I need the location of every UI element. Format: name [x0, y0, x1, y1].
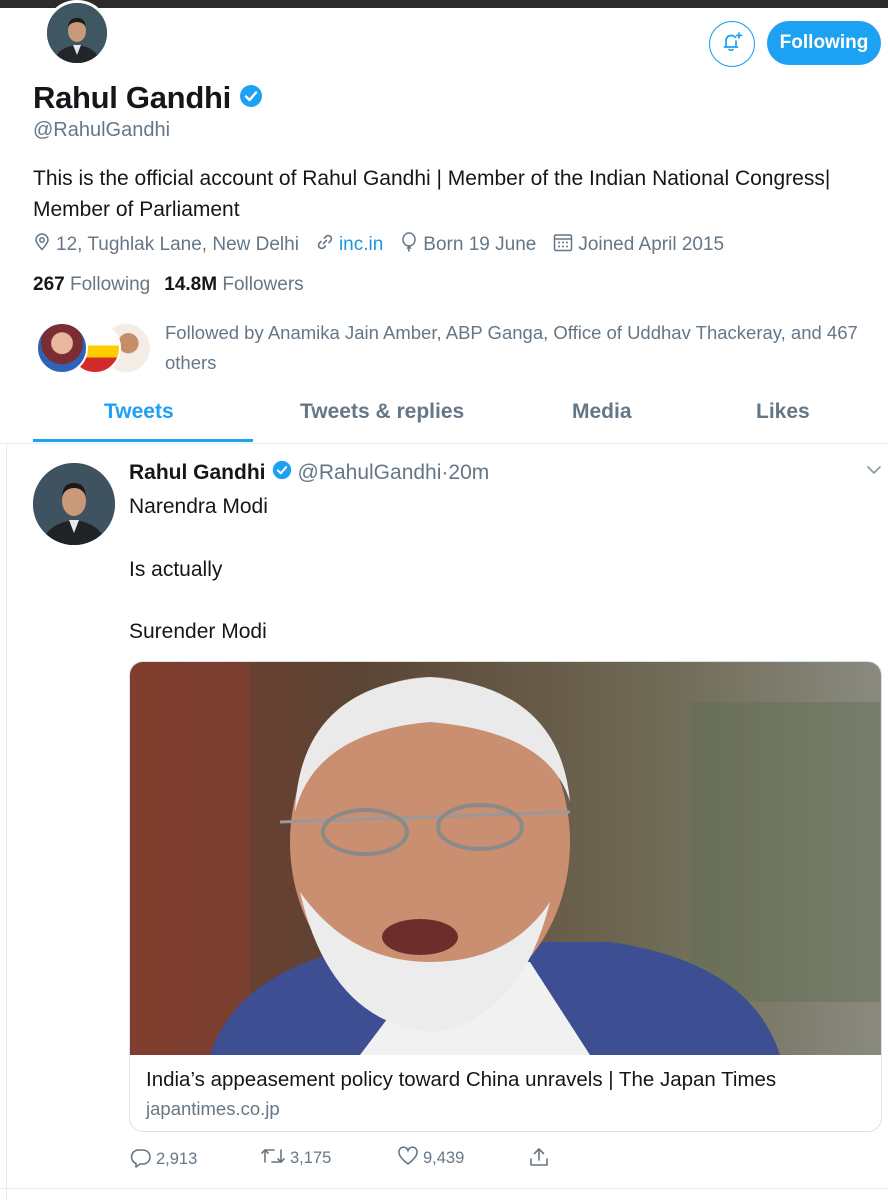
profile-stats: 267 Following 14.8M Followers [33, 274, 304, 296]
followed-by-avatars[interactable] [36, 322, 152, 374]
followers-label: Followers [222, 274, 304, 295]
retweet-icon [260, 1146, 286, 1171]
followers-stat[interactable]: 14.8M Followers [164, 274, 303, 296]
tweet-actions: 2,913 3,175 9,439 [0, 1146, 888, 1176]
profile-name: Rahul Gandhi [33, 80, 231, 115]
tab-tweets-and-replies[interactable]: Tweets & replies [300, 400, 464, 424]
tweet-text-line: Is actually [129, 558, 223, 581]
card-domain: japantimes.co.jp [146, 1098, 280, 1119]
card-title: India’s appeasement policy toward China … [146, 1068, 777, 1091]
website-link[interactable]: inc.in [339, 234, 383, 256]
profile-website[interactable]: inc.in [316, 233, 383, 257]
tweet-divider [0, 1188, 888, 1189]
followed-by-text[interactable]: Followed by Anamika Jain Amber, ABP Gang… [165, 318, 865, 378]
location-icon [33, 233, 51, 257]
followers-count: 14.8M [164, 274, 218, 295]
bell-plus-icon [720, 30, 744, 59]
joined-text: Joined April 2015 [578, 234, 725, 255]
tab-tweets[interactable]: Tweets [104, 400, 174, 424]
tweet-header: Rahul Gandhi @RahulGandhi ·20m [129, 460, 489, 486]
following-count: 267 [33, 274, 65, 295]
reply-count: 2,913 [156, 1150, 198, 1168]
active-tab-indicator [33, 439, 253, 442]
profile-handle: @RahulGandhi [33, 119, 171, 141]
chevron-down-icon[interactable] [866, 463, 882, 481]
verified-badge-icon [239, 80, 263, 116]
follower-avatar [36, 322, 88, 374]
share-icon [528, 1146, 550, 1173]
tweet-timestamp[interactable]: ·20m [441, 461, 489, 485]
calendar-icon [553, 233, 573, 258]
profile-avatar[interactable] [44, 0, 110, 66]
timeline-divider [6, 444, 7, 1200]
tab-media[interactable]: Media [572, 400, 632, 424]
tweet-author-avatar[interactable] [33, 463, 115, 545]
share-button[interactable] [528, 1146, 550, 1173]
link-icon [316, 233, 334, 257]
tweet-author-handle[interactable]: @RahulGandhi [298, 461, 442, 485]
tweet-text-line: Surender Modi [129, 620, 267, 643]
reply-button[interactable]: 2,913 [130, 1146, 197, 1173]
tweet-author-name[interactable]: Rahul Gandhi [129, 461, 266, 485]
profile-tabs: Tweets Tweets & replies Media Likes [0, 390, 888, 444]
tweet-text-line: Narendra Modi [129, 495, 268, 518]
like-button[interactable]: 9,439 [397, 1146, 464, 1171]
following-stat[interactable]: 267 Following [33, 274, 150, 296]
retweet-button[interactable]: 3,175 [260, 1146, 331, 1171]
retweet-count: 3,175 [290, 1149, 332, 1167]
link-preview-card[interactable]: India’s appeasement policy toward China … [129, 661, 882, 1132]
profile-joined: Joined April 2015 [553, 233, 724, 258]
heart-icon [397, 1146, 419, 1171]
profile-location: 12, Tughlak Lane, New Delhi [33, 233, 299, 257]
like-count: 9,439 [423, 1149, 465, 1167]
following-label: Following [69, 274, 151, 295]
profile-birthday: Born 19 June [400, 232, 536, 258]
following-button[interactable]: Following [767, 21, 881, 65]
profile-meta: 12, Tughlak Lane, New Delhi inc.in Born … [33, 232, 741, 258]
reply-icon [130, 1146, 152, 1173]
balloon-icon [400, 232, 418, 258]
header-banner-edge [0, 0, 888, 8]
verified-badge-icon [272, 460, 292, 486]
tab-likes[interactable]: Likes [756, 400, 810, 424]
card-image [130, 662, 881, 1055]
notifications-toggle-button[interactable] [709, 21, 755, 67]
birthday-text: Born 19 June [423, 234, 537, 255]
location-text: 12, Tughlak Lane, New Delhi [56, 234, 299, 255]
profile-name-row: Rahul Gandhi [33, 80, 263, 116]
profile-bio: This is the official account of Rahul Ga… [33, 167, 831, 221]
